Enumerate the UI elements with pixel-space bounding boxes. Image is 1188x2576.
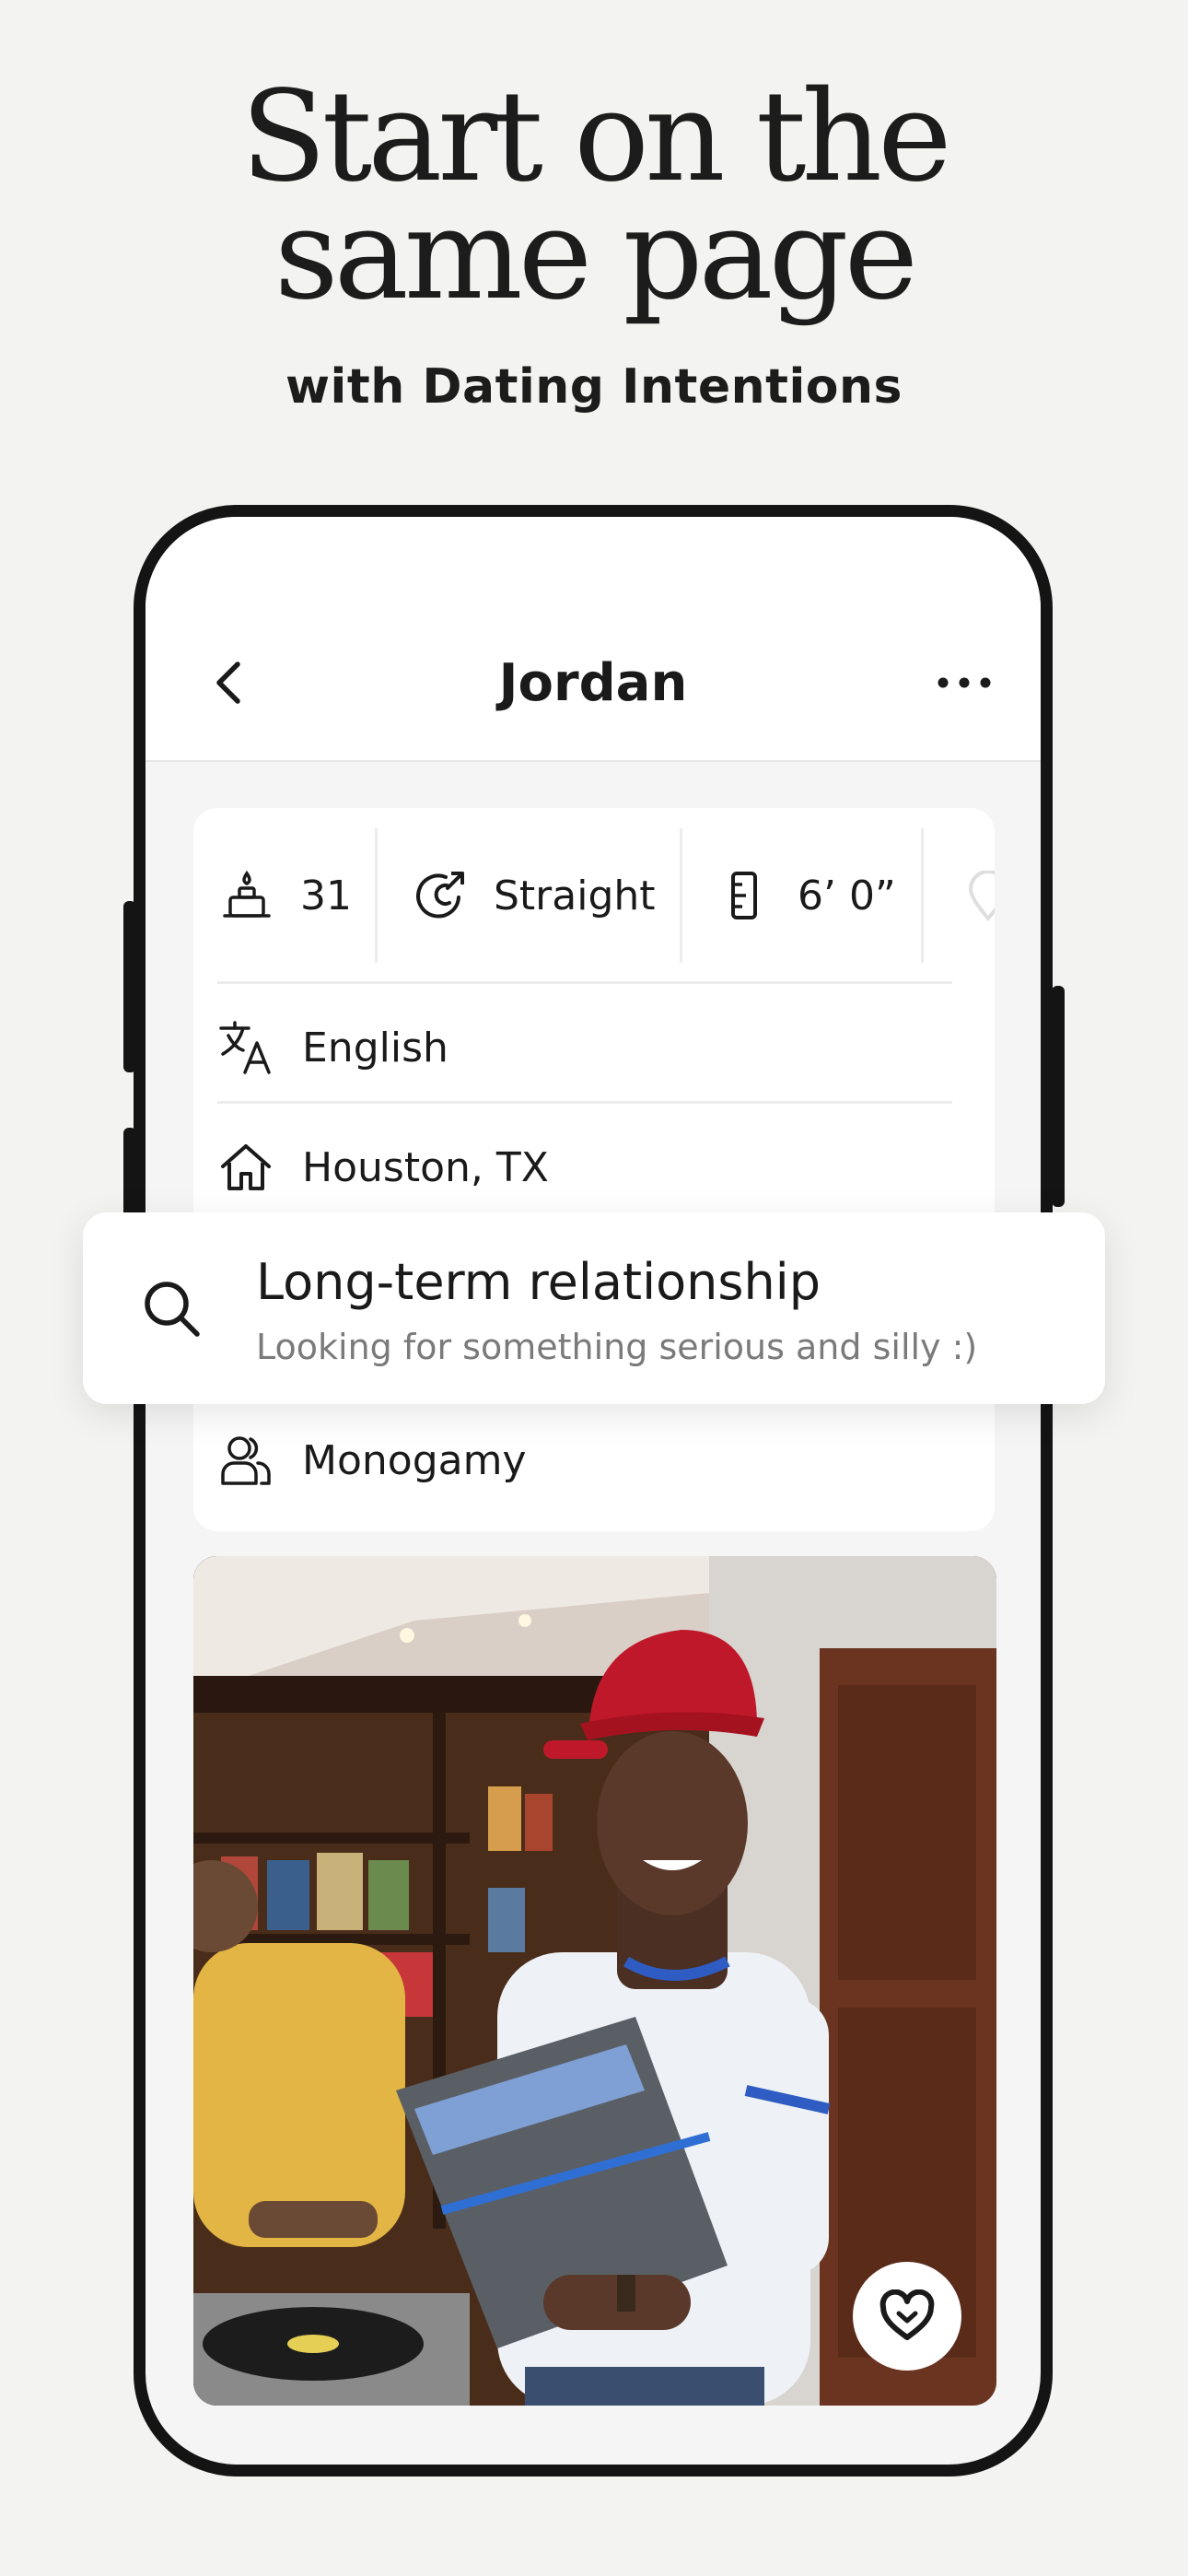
divider — [921, 828, 924, 963]
vital-height-value: 6’ 0” — [798, 872, 896, 919]
like-button[interactable] — [853, 2262, 961, 2371]
divider — [217, 981, 952, 984]
ruler-icon — [731, 872, 757, 919]
more-options-icon[interactable] — [932, 666, 996, 699]
vital-age-value: 31 — [300, 872, 352, 919]
heart-icon — [879, 2289, 935, 2340]
translate-icon — [219, 1021, 271, 1074]
profile-photo[interactable] — [193, 1556, 996, 2406]
vital-sexuality-value: Straight — [494, 872, 656, 919]
cake-icon — [223, 870, 271, 918]
subheadline: with Dating Intentions — [285, 359, 903, 415]
language-row: English — [217, 992, 971, 1103]
divider — [680, 828, 682, 963]
vital-sexuality: Straight — [414, 808, 656, 983]
headline-line-1: Start on the — [240, 64, 951, 210]
dating-intention-title: Long-term relationship — [256, 1253, 821, 1311]
phone-screen: Jordan 31 Straight 6’ 0” English Houston… — [134, 505, 1053, 2476]
relationship-type-row: Monogamy — [217, 1405, 971, 1516]
search-icon — [145, 1282, 200, 1337]
divider — [217, 1101, 952, 1104]
vital-height: 6’ 0” — [718, 808, 896, 983]
vitals-row[interactable]: 31 Straight 6’ 0” — [193, 808, 995, 983]
divider — [375, 828, 378, 963]
vital-age: 31 — [221, 808, 352, 983]
profile-header: Jordan — [146, 517, 1041, 762]
location-pin-icon — [968, 871, 995, 922]
headline: Start on the same page — [0, 64, 1188, 328]
sexuality-icon — [416, 872, 464, 919]
location-value: Houston, TX — [302, 1143, 549, 1191]
language-value: English — [302, 1024, 448, 1071]
profile-name: Jordan — [498, 653, 688, 713]
people-icon — [221, 1436, 271, 1485]
dating-intention-card: Long-term relationship Looking for somet… — [83, 1212, 1105, 1404]
profile-info-card: 31 Straight 6’ 0” English Houston, TX Mo… — [193, 808, 995, 1531]
dating-intention-subtitle: Looking for something serious and silly … — [256, 1327, 978, 1367]
headline-line-2: same page — [274, 182, 918, 328]
relationship-type-value: Monogamy — [302, 1436, 527, 1484]
phone-power-button — [1052, 986, 1065, 1207]
